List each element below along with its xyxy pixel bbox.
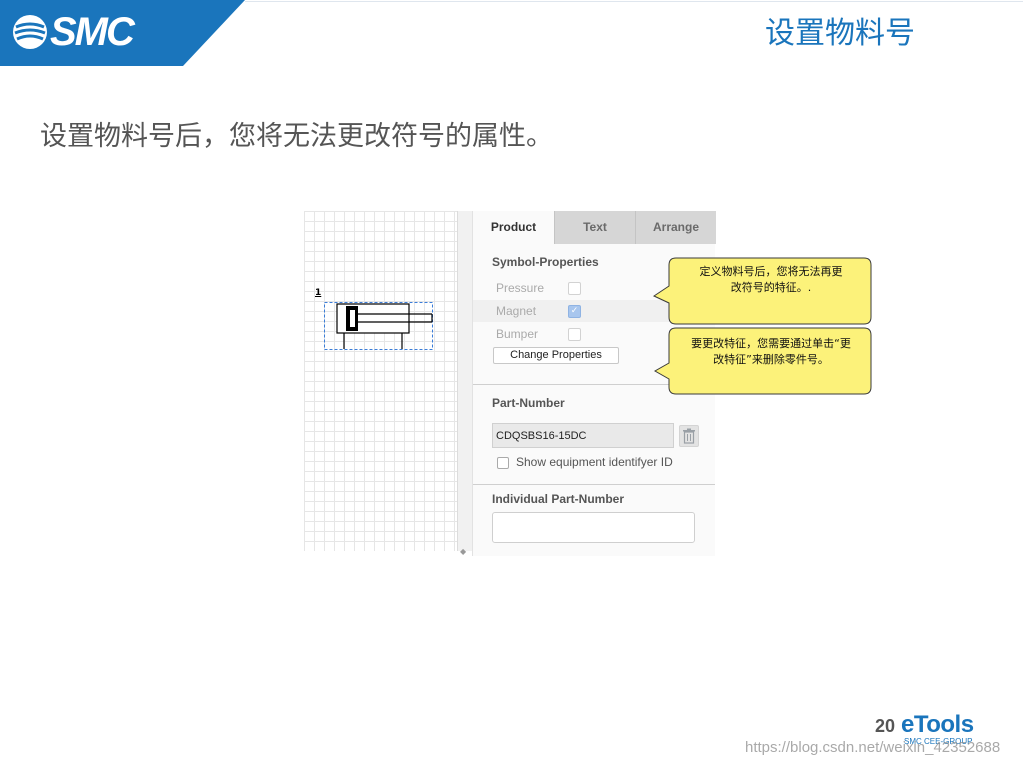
callout-text-line: 改符号的特征。. bbox=[730, 281, 812, 294]
property-label: Magnet bbox=[496, 304, 537, 318]
show-identifier-label: Show equipment identifyer ID bbox=[516, 455, 673, 469]
pressure-checkbox[interactable] bbox=[568, 282, 581, 295]
tab-arrange[interactable]: Arrange bbox=[635, 211, 716, 244]
drawing-canvas[interactable] bbox=[304, 211, 457, 551]
part-number-field[interactable]: CDQSBS16-15DC bbox=[492, 423, 674, 448]
delete-part-number-button[interactable] bbox=[679, 425, 699, 447]
change-properties-button[interactable]: Change Properties bbox=[493, 347, 619, 364]
property-label: Pressure bbox=[496, 281, 545, 295]
header-rule bbox=[245, 1, 1023, 2]
page-title: 设置物料号 bbox=[765, 16, 915, 51]
cylinder-symbol[interactable] bbox=[324, 302, 436, 352]
smc-logo: SMC bbox=[50, 10, 135, 54]
callout-text-line: 改特征”来删除零件号。 bbox=[713, 353, 829, 366]
smc-logo-icon bbox=[13, 15, 47, 49]
callout-text-line: 定义物料号后，您将无法再更 bbox=[699, 265, 843, 278]
individual-part-number-title: Individual Part-Number bbox=[492, 492, 625, 506]
callout-part-number-lock: 定义物料号后，您将无法再更 改符号的特征。. bbox=[652, 257, 874, 331]
property-label: Bumper bbox=[496, 327, 539, 341]
magnet-checkbox[interactable]: ✓ bbox=[568, 305, 581, 318]
slide-subtitle: 设置物料号后，您将无法更改符号的属性。 bbox=[40, 121, 553, 152]
section-divider bbox=[473, 484, 715, 485]
bumper-checkbox[interactable] bbox=[568, 328, 581, 341]
watermark: https://blog.csdn.net/weixin_42352688 bbox=[745, 739, 1001, 756]
part-number-title: Part-Number bbox=[492, 396, 565, 410]
symbol-properties-title: Symbol-Properties bbox=[492, 255, 599, 269]
show-identifier-checkbox[interactable] bbox=[497, 457, 509, 469]
tab-product[interactable]: Product bbox=[473, 211, 554, 244]
page-number: 20 bbox=[875, 716, 896, 736]
resize-handle-icon[interactable]: ◆ bbox=[460, 547, 466, 556]
trash-icon bbox=[683, 428, 695, 444]
callout-text-line: 要更改特征，您需要通过单击“更 bbox=[691, 337, 851, 350]
individual-part-number-input[interactable] bbox=[492, 512, 695, 543]
symbol-number: 1 bbox=[315, 288, 322, 298]
canvas-scrollbar[interactable] bbox=[457, 211, 473, 551]
callout-change-features: 要更改特征，您需要通过单击“更 改特征”来删除零件号。 bbox=[652, 327, 874, 401]
tab-text[interactable]: Text bbox=[554, 211, 635, 244]
etools-logo: eTools bbox=[901, 711, 974, 738]
